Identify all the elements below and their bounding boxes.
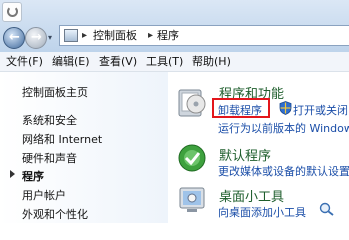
change-media-defaults-link[interactable]: 更改媒体或设备的默认设置 xyxy=(218,163,349,179)
programs-features-icon[interactable] xyxy=(176,84,210,120)
menu-edit[interactable]: 编辑(E) xyxy=(52,53,90,71)
chevron-right-icon[interactable]: ▸ xyxy=(82,27,87,45)
menu-tools[interactable]: 工具(T) xyxy=(146,53,183,71)
turn-windows-features-link[interactable]: 打开或关闭 xyxy=(293,102,348,118)
sidebar-item-system-security[interactable]: 系统和安全 xyxy=(22,112,77,128)
sidebar-item-appearance[interactable]: 外观和个性化 xyxy=(22,206,88,222)
highlight-box xyxy=(212,98,270,118)
category-title-desktop-gadgets[interactable]: 桌面小工具 xyxy=(219,186,284,205)
breadcrumb-control-panel[interactable]: 控制面板 xyxy=(93,27,137,45)
run-older-programs-link[interactable]: 运行为以前版本的 Windows xyxy=(218,120,349,136)
add-gadgets-link[interactable]: 向桌面添加小工具 xyxy=(218,204,306,220)
menu-view[interactable]: 查看(V) xyxy=(99,53,137,71)
menu-file[interactable]: 文件(F) xyxy=(6,53,43,71)
arrow-left-icon: ← xyxy=(9,30,20,45)
breadcrumb[interactable]: ▸ 控制面板 ▸ 程序 xyxy=(59,25,349,46)
sidebar-item-user-accounts[interactable]: 用户帐户 xyxy=(22,187,66,203)
gadget-search-icon[interactable] xyxy=(319,202,335,216)
default-programs-icon[interactable] xyxy=(176,142,208,174)
control-panel-folder-icon xyxy=(64,29,78,42)
uac-shield-icon xyxy=(279,101,292,115)
breadcrumb-programs[interactable]: 程序 xyxy=(157,27,179,45)
sidebar-item-programs[interactable]: 程序 xyxy=(22,168,44,184)
forward-button[interactable]: → xyxy=(25,27,47,49)
menu-bar: 文件(F) 编辑(E) 查看(V) 工具(T) 帮助(H) xyxy=(0,52,349,72)
arrow-right-icon: → xyxy=(31,30,42,45)
sidebar-item-control-panel-home[interactable]: 控制面板主页 xyxy=(22,84,88,100)
desktop-gadgets-icon[interactable] xyxy=(178,186,206,218)
back-button[interactable]: ← xyxy=(3,27,25,49)
sidebar-item-hardware-sound[interactable]: 硬件和声音 xyxy=(22,150,77,166)
current-page-marker-icon xyxy=(10,170,15,178)
recent-pages-dropdown-icon[interactable]: ▾ xyxy=(48,32,57,44)
control-panel-app-icon xyxy=(2,2,22,22)
sidebar-item-network-internet[interactable]: 网络和 Internet xyxy=(22,131,102,147)
address-bar: ← → ▾ ▸ 控制面板 ▸ 程序 xyxy=(0,0,349,56)
menu-help[interactable]: 帮助(H) xyxy=(192,53,231,71)
category-title-default-programs[interactable]: 默认程序 xyxy=(219,145,271,164)
chevron-right-icon[interactable]: ▸ xyxy=(148,27,153,45)
